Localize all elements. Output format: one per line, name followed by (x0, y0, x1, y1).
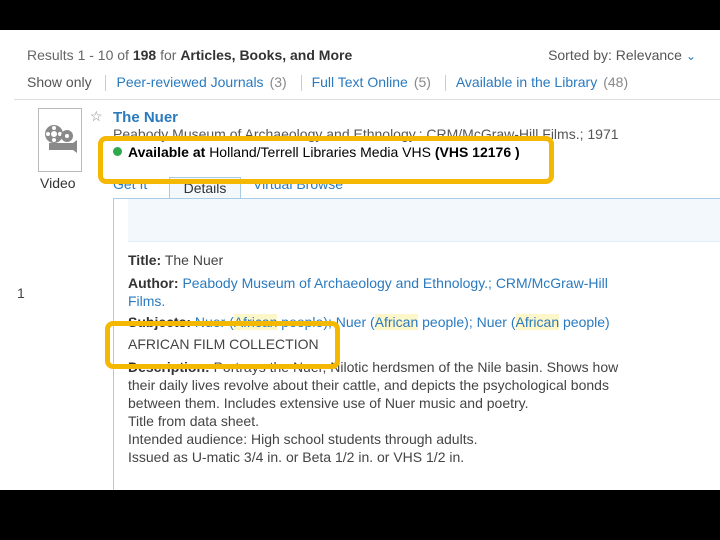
detail-title-value: The Nuer (164, 252, 224, 268)
sort-value[interactable]: Relevance (616, 47, 682, 63)
detail-author: Author: Peabody Museum of Archaeology an… (128, 274, 608, 310)
subject-link[interactable]: ; Nuer (African people) (469, 314, 610, 330)
subject-link[interactable]: ; Nuer (African people) (328, 314, 469, 330)
filter-count: (3) (269, 74, 287, 90)
detail-title-label: Title: (128, 252, 162, 268)
results-summary: Results 1 - 10 of 198 for Articles, Book… (27, 47, 352, 63)
detail-description: Description: Portrays the Nuer, Nilotic … (128, 358, 618, 466)
subject-text: people) (559, 314, 610, 330)
video-thumbnail[interactable] (38, 108, 82, 172)
results-total: 198 (132, 47, 157, 63)
results-scope: Articles, Books, and More (180, 47, 353, 63)
filter-bar: Show only Peer-reviewed Journals (3) Full… (27, 74, 629, 92)
search-results-screen: Results 1 - 10 of 198 for Articles, Book… (0, 30, 720, 490)
subject-text: people) (418, 314, 469, 330)
author-link-continued[interactable]: Films. (128, 293, 165, 309)
filter-count: (48) (603, 74, 629, 90)
filter-available-library[interactable]: Available in the Library (456, 74, 597, 90)
filter-full-text[interactable]: Full Text Online (312, 74, 408, 90)
note-line: Title from data sheet. (128, 413, 259, 429)
result-number: 1 (17, 285, 25, 301)
sort-control[interactable]: Sorted by: Relevance ⌄ (548, 47, 696, 63)
note-line: Issued as U-matic 3/4 in. or Beta 1/2 in… (128, 449, 465, 465)
divider (444, 75, 446, 92)
results-range: Results 1 - 10 of (27, 47, 133, 63)
star-icon[interactable]: ☆ (90, 108, 103, 125)
author-link[interactable]: Peabody Museum of Archaeology and Ethnol… (182, 275, 607, 291)
resource-type-label: Video (40, 175, 76, 191)
result-title-link[interactable]: The Nuer (113, 109, 178, 126)
annotation-highlight-box (98, 136, 554, 184)
divider (300, 75, 302, 92)
sort-label: Sorted by: (548, 47, 612, 63)
divider (14, 99, 720, 100)
search-term-highlight: African (515, 314, 560, 330)
description-line: their daily lives revolve about their ca… (128, 377, 609, 393)
divider (105, 75, 107, 92)
description-line: between them. Includes extensive use of … (128, 395, 529, 411)
annotation-highlight-box (105, 321, 340, 369)
film-reel-icon (45, 125, 77, 153)
detail-author-label: Author: (128, 275, 179, 291)
show-only-label: Show only (27, 74, 92, 90)
subject-text: ; Nuer ( (468, 314, 516, 330)
filter-count: (5) (413, 74, 431, 90)
chevron-down-icon[interactable]: ⌄ (686, 49, 696, 63)
detail-title: Title: The Nuer (128, 251, 223, 269)
details-panel-header (128, 199, 720, 242)
filter-peer-reviewed[interactable]: Peer-reviewed Journals (116, 74, 263, 90)
results-for: for (160, 47, 177, 63)
note-line: Intended audience: High school students … (128, 431, 478, 447)
search-term-highlight: African (374, 314, 419, 330)
